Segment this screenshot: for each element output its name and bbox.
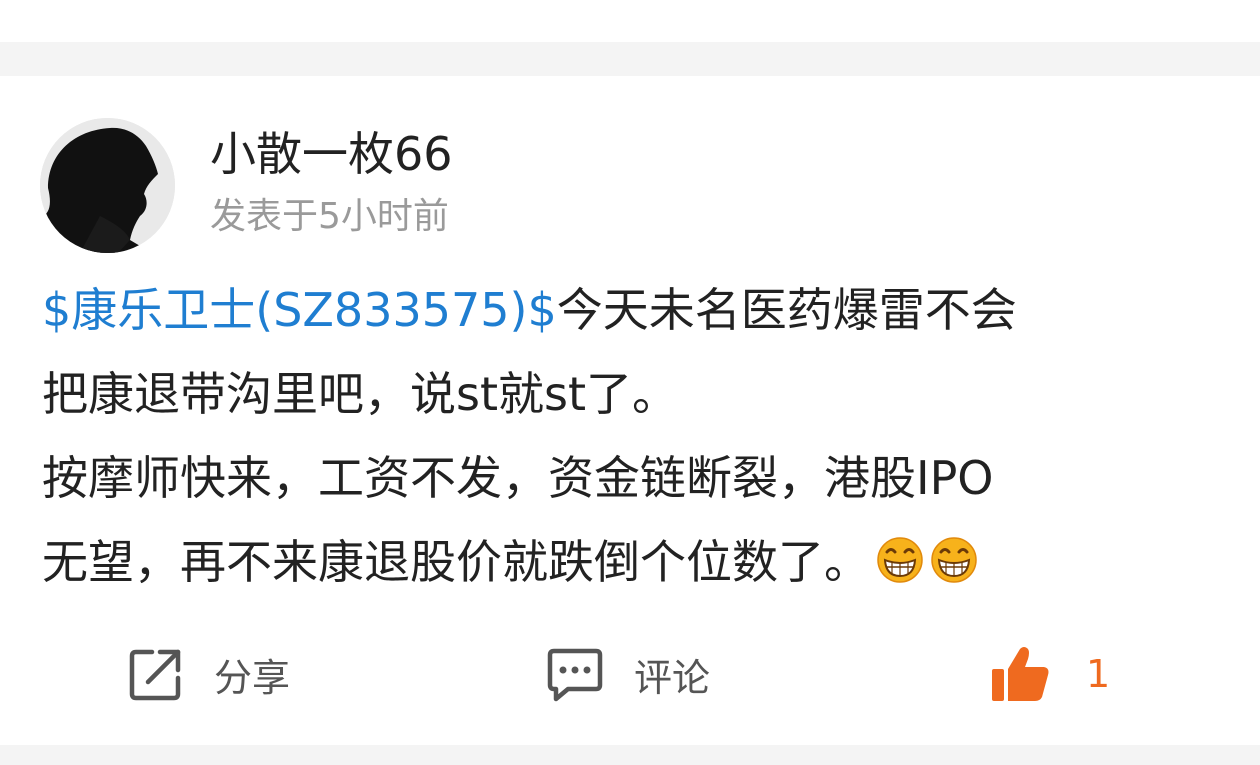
top-strip xyxy=(0,0,1260,42)
share-button[interactable]: 分享 xyxy=(128,638,290,710)
post-content: $康乐卫士(SZ833575)$今天未名医药爆雷不会 把康退带沟里吧，说st就s… xyxy=(42,268,1232,604)
content-text: 无望，再不来康退股价就跌倒个位数了。 xyxy=(42,535,870,589)
post-card: 小散一枚66 发表于5小时前 $康乐卫士(SZ833575)$今天未名医药爆雷不… xyxy=(0,76,1260,745)
content-line-1: $康乐卫士(SZ833575)$今天未名医药爆雷不会 xyxy=(42,268,1232,352)
like-button[interactable]: 1 xyxy=(990,638,1110,710)
post-timestamp: 发表于5小时前 xyxy=(210,196,449,237)
section-divider xyxy=(0,42,1260,76)
comment-icon xyxy=(547,648,603,702)
section-divider xyxy=(0,745,1260,765)
grin-emoji-icon xyxy=(877,537,923,583)
comment-button[interactable]: 评论 xyxy=(546,638,710,710)
comment-label: 评论 xyxy=(634,655,711,700)
author-name[interactable]: 小散一枚66 xyxy=(210,126,453,182)
thumbs-up-icon xyxy=(992,647,1049,701)
content-text: 今天未名医药爆雷不会 xyxy=(556,283,1017,337)
stock-tag-link[interactable]: $康乐卫士(SZ833575)$ xyxy=(42,283,557,337)
share-label: 分享 xyxy=(214,655,291,700)
avatar-silhouette-icon xyxy=(40,118,175,253)
share-icon xyxy=(129,649,181,701)
content-line-2: 把康退带沟里吧，说st就st了。 xyxy=(42,367,679,421)
content-line-3: 按摩师快来，工资不发，资金链断裂，港股IPO xyxy=(42,451,994,505)
action-bar: 分享 评论 1 xyxy=(0,638,1260,710)
content-line-4: 无望，再不来康退股价就跌倒个位数了。 xyxy=(42,520,1232,604)
grin-emoji-icon xyxy=(931,537,977,583)
avatar[interactable] xyxy=(40,118,175,253)
like-count: 1 xyxy=(1086,652,1111,696)
